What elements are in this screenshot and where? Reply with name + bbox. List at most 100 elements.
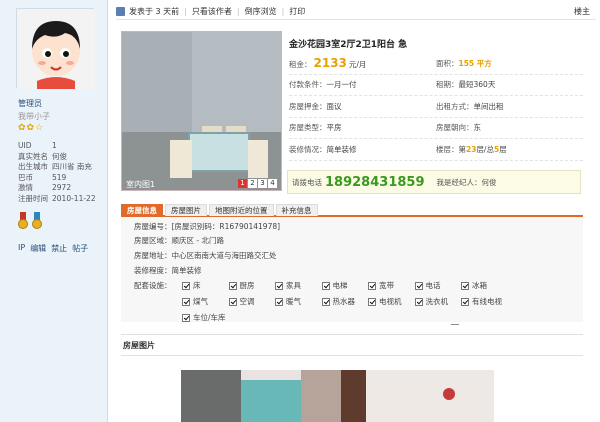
tab-extra-info[interactable]: 补充信息 bbox=[275, 204, 318, 216]
orient-label: 房屋朝向： bbox=[436, 123, 474, 133]
deposit-label: 房屋押金： bbox=[289, 101, 327, 111]
divider bbox=[451, 324, 459, 325]
facility-label: 有线电视 bbox=[472, 297, 502, 306]
checkbox-checked-icon[interactable] bbox=[321, 297, 330, 306]
type-value: 平房 bbox=[326, 123, 342, 133]
facility-checkbox[interactable]: 冰箱 bbox=[461, 280, 508, 291]
checkbox-checked-icon[interactable] bbox=[368, 297, 376, 306]
post-toolbar: 发表于 3 天前 | 只看该作者 | 倒序浏览 | 打印 楼主 bbox=[116, 4, 596, 20]
rank-stars-icon: ✿✿☆ bbox=[18, 123, 45, 133]
facility-checkbox[interactable]: 床 bbox=[182, 280, 229, 291]
area-value: 155 平方 bbox=[458, 58, 492, 68]
facility-checkbox[interactable]: 电话 bbox=[414, 280, 462, 291]
facility-label: 冰箱 bbox=[472, 281, 487, 290]
only-author-link[interactable]: 只看该作者 bbox=[192, 6, 232, 17]
facility-checkbox[interactable]: 热水器 bbox=[321, 296, 369, 307]
posts-link[interactable]: 帖子 bbox=[72, 243, 88, 254]
facility-checkbox[interactable]: 洗衣机 bbox=[414, 296, 462, 307]
facility-label: 宽带 bbox=[379, 281, 394, 290]
photo-pager: 1 2 3 4 bbox=[238, 179, 277, 188]
checkbox-checked-icon[interactable] bbox=[414, 297, 423, 306]
checkbox-checked-icon[interactable] bbox=[228, 297, 237, 306]
rent-label: 租金： bbox=[289, 60, 312, 70]
facility-label: 电视机 bbox=[379, 297, 402, 306]
avatar[interactable] bbox=[16, 8, 95, 89]
listing-photo[interactable]: 室内图1 1 2 3 4 bbox=[121, 31, 282, 191]
listing-title: 金沙花园3室2厅2卫1阳台 急 bbox=[289, 40, 408, 50]
photo-page-4[interactable]: 4 bbox=[268, 179, 277, 188]
medal-icon[interactable] bbox=[32, 212, 42, 232]
profile-row: 激情 2972 bbox=[18, 183, 104, 194]
facility-checkbox[interactable]: 电梯 bbox=[321, 280, 369, 291]
rent-unit: 元/月 bbox=[348, 60, 367, 70]
decor-label: 装修情况： bbox=[289, 144, 327, 154]
facility-checkbox[interactable]: 车位/车库 bbox=[182, 312, 229, 323]
tab-house-info[interactable]: 房屋信息 bbox=[121, 204, 163, 216]
ip-link[interactable]: IP bbox=[18, 243, 25, 254]
house-code: 房屋编号：[房屋识别码：R16790141978] bbox=[134, 222, 281, 231]
photo-caption: 室内图1 bbox=[126, 180, 156, 189]
reverse-order-link[interactable]: 倒序浏览 bbox=[245, 6, 277, 17]
floor-suffix: 层 bbox=[499, 144, 507, 154]
photo-part bbox=[341, 370, 366, 422]
checkbox-checked-icon[interactable] bbox=[182, 297, 190, 306]
tab-map-location[interactable]: 地图附近的位置 bbox=[209, 204, 274, 216]
facility-label: 厨房 bbox=[239, 281, 255, 290]
photo-page-1[interactable]: 1 bbox=[238, 179, 247, 188]
info-row: 房屋押金： 面议 出租方式： 单间出租 bbox=[289, 96, 583, 118]
facility-checkbox[interactable]: 有线电视 bbox=[461, 296, 508, 307]
profile-value: 1 bbox=[52, 141, 57, 150]
house-photo[interactable] bbox=[181, 370, 494, 422]
phone-number[interactable]: 18928431859 bbox=[325, 175, 425, 190]
house-info-panel: 房屋编号：[房屋识别码：R16790141978] 房屋区域：顺庆区 - 北门路… bbox=[121, 217, 583, 322]
facility-label: 家具 bbox=[286, 281, 301, 290]
profile-value: 2010-11-22 bbox=[52, 193, 96, 203]
checkbox-checked-icon[interactable] bbox=[275, 297, 283, 306]
facility-checkbox[interactable]: 煤气 bbox=[182, 296, 229, 307]
checkbox-checked-icon[interactable] bbox=[368, 281, 376, 290]
facility-checkbox[interactable]: 家具 bbox=[275, 280, 322, 291]
listing-info: 租金： 2133 元/月 面积： 155 平方 付款条件： 一月一付 租期： 最短360天… bbox=[289, 53, 583, 161]
checkbox-checked-icon[interactable] bbox=[414, 281, 423, 290]
user-actions: IP 编辑 禁止 帖子 bbox=[18, 243, 88, 254]
ban-link[interactable]: 禁止 bbox=[51, 243, 67, 254]
medal-icon[interactable] bbox=[18, 212, 28, 232]
photo-page-2[interactable]: 2 bbox=[248, 179, 257, 188]
username[interactable]: 管理员 bbox=[18, 98, 42, 109]
checkbox-checked-icon[interactable] bbox=[275, 281, 283, 290]
house-decoration: 装修程度：简单装修 bbox=[134, 266, 202, 275]
photo-page-3[interactable]: 3 bbox=[258, 179, 267, 188]
facility-checkbox[interactable]: 暖气 bbox=[275, 296, 322, 307]
profile-row: 巴币 519 bbox=[18, 173, 104, 184]
user-profile: UID 1 真实姓名 何俊 出生城市 四川省 南充 巴币 519 激情 2972 注册时间… bbox=[18, 141, 104, 205]
facility-checkbox[interactable]: 空调 bbox=[228, 296, 276, 307]
photo-chair bbox=[248, 140, 268, 178]
agent-info: 我是经纪人：何俊 bbox=[436, 177, 497, 187]
profile-key: 巴币 bbox=[18, 172, 33, 182]
period-value: 最短360天 bbox=[458, 80, 496, 90]
checkbox-checked-icon[interactable] bbox=[461, 281, 469, 290]
facility-checkbox[interactable]: 厨房 bbox=[228, 280, 276, 291]
profile-key: UID bbox=[18, 141, 32, 150]
tab-house-photos[interactable]: 房屋图片 bbox=[165, 204, 207, 216]
photo-chair bbox=[170, 140, 192, 178]
checkbox-checked-icon[interactable] bbox=[182, 313, 190, 322]
photo-part bbox=[443, 388, 455, 400]
mode-label: 出租方式： bbox=[436, 101, 474, 111]
print-link[interactable]: 打印 bbox=[289, 6, 305, 17]
period-label: 租期： bbox=[436, 80, 459, 90]
facility-checkbox[interactable]: 电视机 bbox=[368, 296, 415, 307]
floor-mid: 层/总 bbox=[476, 144, 494, 154]
checkbox-checked-icon[interactable] bbox=[228, 281, 237, 290]
profile-key: 激情 bbox=[18, 183, 33, 193]
checkbox-checked-icon[interactable] bbox=[321, 281, 330, 290]
floor-label: 楼层： bbox=[436, 144, 459, 154]
info-row: 付款条件： 一月一付 租期： 最短360天 bbox=[289, 75, 583, 96]
checkbox-checked-icon[interactable] bbox=[182, 281, 190, 290]
checkbox-checked-icon[interactable] bbox=[461, 297, 469, 306]
contact-label: 请拨电话 bbox=[292, 177, 322, 187]
facility-checkbox[interactable]: 宽带 bbox=[368, 280, 415, 291]
edit-link[interactable]: 编辑 bbox=[30, 243, 46, 254]
photo-part bbox=[181, 370, 241, 422]
photo-part bbox=[366, 370, 494, 422]
